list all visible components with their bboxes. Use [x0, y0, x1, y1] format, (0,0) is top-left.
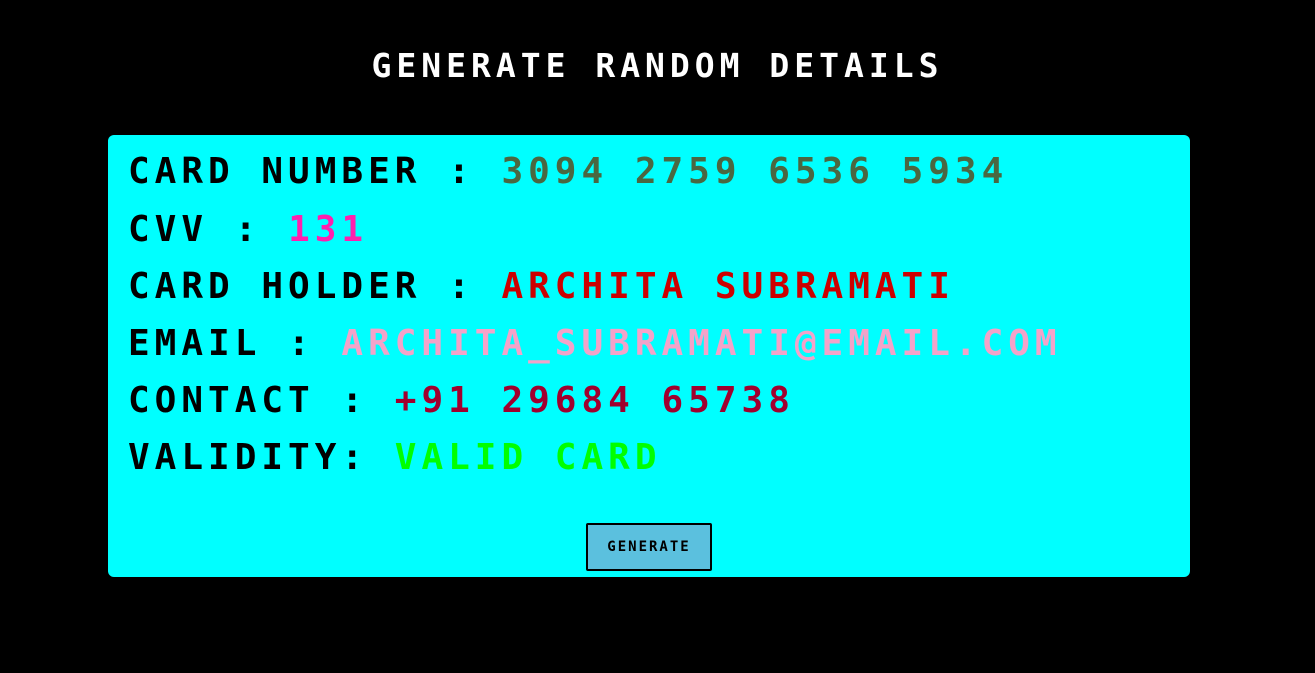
- validity-value: VALID CARD: [394, 437, 662, 478]
- card-number-label: CARD NUMBER :: [128, 151, 475, 192]
- email-value: ARCHITA_SUBRAMATI@EMAIL.COM: [341, 323, 1062, 364]
- contact-row: CONTACT : +91 29684 65738: [128, 377, 795, 425]
- email-row: EMAIL : ARCHITA_SUBRAMATI@EMAIL.COM: [128, 320, 1062, 368]
- contact-value: +91 29684 65738: [394, 380, 795, 421]
- cvv-value: 131: [288, 209, 369, 250]
- contact-label: CONTACT :: [128, 380, 369, 421]
- cvv-label: CVV :: [128, 209, 262, 250]
- page-title: GENERATE RANDOM DETAILS: [371, 46, 944, 85]
- validity-label: VALIDITY:: [128, 437, 369, 478]
- card-holder-row: CARD HOLDER : ARCHITA SUBRAMATI: [128, 263, 955, 311]
- email-label: EMAIL :: [128, 323, 315, 364]
- card-details-panel: CARD NUMBER : 3094 2759 6536 5934 CVV : …: [108, 135, 1190, 577]
- generate-button[interactable]: GENERATE: [586, 523, 712, 571]
- card-holder-value: ARCHITA SUBRAMATI: [501, 266, 955, 307]
- card-number-row: CARD NUMBER : 3094 2759 6536 5934: [128, 148, 1008, 196]
- cvv-row: CVV : 131: [128, 206, 368, 254]
- card-holder-label: CARD HOLDER :: [128, 266, 475, 307]
- validity-row: VALIDITY: VALID CARD: [128, 434, 662, 482]
- card-number-value: 3094 2759 6536 5934: [501, 151, 1009, 192]
